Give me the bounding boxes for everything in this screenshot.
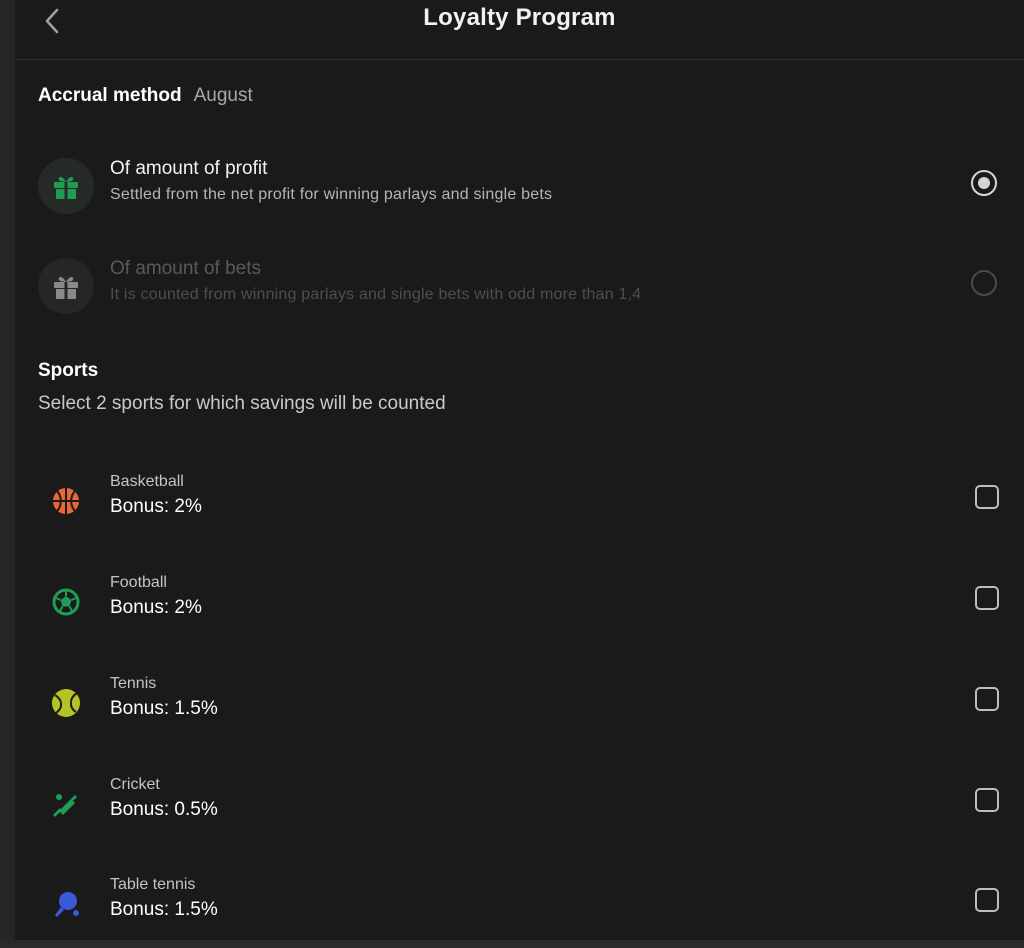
page-title: Loyalty Program — [423, 4, 616, 31]
basketball-icon — [48, 483, 84, 519]
sport-item-tennis[interactable]: Tennis Bonus: 1.5% — [15, 667, 1024, 747]
sport-name: Cricket — [110, 776, 160, 793]
accrual-option-profit[interactable]: Of amount of profit Settled from the net… — [15, 148, 1024, 222]
gift-icon — [38, 258, 94, 314]
top-bar: Loyalty Program — [15, 0, 1024, 60]
radio-selected[interactable] — [971, 170, 997, 196]
accrual-option-title: Of amount of bets — [110, 258, 262, 279]
sport-checkbox[interactable] — [975, 888, 999, 912]
sport-bonus: Bonus: 1.5% — [110, 899, 218, 920]
radio-unselected[interactable] — [971, 270, 997, 296]
sports-subtitle: Select 2 sports for which savings will b… — [38, 393, 446, 414]
accrual-method-heading: Accrual method August — [38, 85, 253, 111]
sport-checkbox[interactable] — [975, 788, 999, 812]
sport-name: Football — [110, 574, 167, 591]
accrual-method-title: Accrual method — [38, 85, 182, 106]
sport-checkbox[interactable] — [975, 586, 999, 610]
sport-name: Table tennis — [110, 876, 196, 893]
sport-name: Tennis — [110, 675, 157, 692]
sport-item-basketball[interactable]: Basketball Bonus: 2% — [15, 465, 1024, 545]
table-tennis-icon — [48, 886, 84, 922]
sport-checkbox[interactable] — [975, 485, 999, 509]
sport-item-cricket[interactable]: Cricket Bonus: 0.5% — [15, 768, 1024, 848]
sport-checkbox[interactable] — [975, 687, 999, 711]
sport-item-football[interactable]: Football Bonus: 2% — [15, 566, 1024, 646]
sport-bonus: Bonus: 2% — [110, 597, 202, 618]
sport-name: Basketball — [110, 473, 184, 490]
loyalty-program-screen: Loyalty Program Accrual method August Of… — [15, 0, 1024, 940]
accrual-period: August — [193, 85, 253, 106]
sport-item-table-tennis[interactable]: Table tennis Bonus: 1.5% — [15, 868, 1024, 948]
side-edge — [0, 0, 15, 940]
accrual-option-bets[interactable]: Of amount of bets It is counted from win… — [15, 248, 1024, 322]
sport-bonus: Bonus: 1.5% — [110, 698, 218, 719]
sport-bonus: Bonus: 2% — [110, 496, 202, 517]
sports-title: Sports — [38, 360, 99, 381]
soccer-ball-icon — [48, 584, 84, 620]
sport-bonus: Bonus: 0.5% — [110, 799, 218, 820]
gift-icon — [38, 158, 94, 214]
accrual-option-title: Of amount of profit — [110, 158, 268, 179]
accrual-option-description: It is counted from winning parlays and s… — [110, 286, 642, 303]
accrual-option-description: Settled from the net profit for winning … — [110, 186, 553, 203]
cricket-bat-icon — [48, 786, 84, 822]
tennis-ball-icon — [48, 685, 84, 721]
